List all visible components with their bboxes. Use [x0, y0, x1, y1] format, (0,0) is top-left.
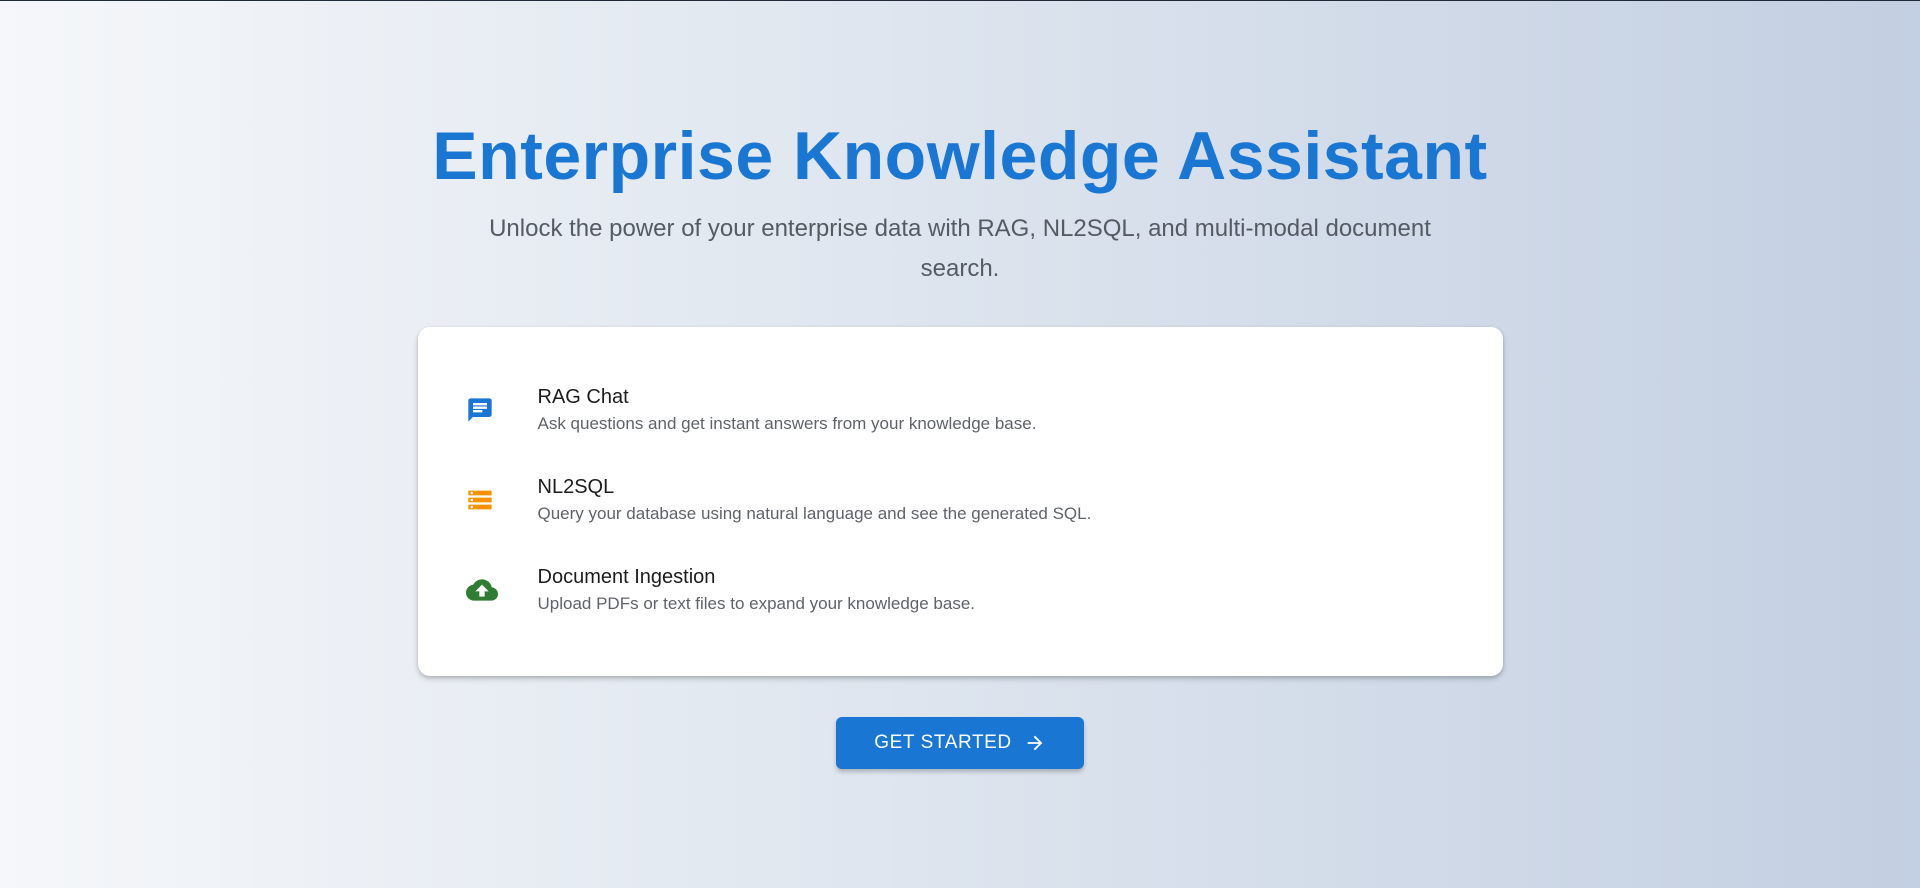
- feature-description: Upload PDFs or text files to expand your…: [537, 594, 976, 613]
- cloud-upload-icon: [465, 574, 536, 606]
- page-title: Enterprise Knowledge Assistant: [432, 118, 1488, 194]
- get-started-label: GET STARTED: [874, 732, 1012, 753]
- feature-title: RAG Chat: [537, 386, 629, 408]
- storage-icon: [466, 486, 536, 514]
- page-subtitle: Unlock the power of your enterprise data…: [489, 215, 1431, 282]
- feature-description: Query your database using natural langua…: [537, 504, 1092, 523]
- feature-title: Document Ingestion: [537, 566, 716, 588]
- feature-title: NL2SQL: [537, 476, 615, 498]
- features-card: RAG Chat Ask questions and get instant a…: [417, 327, 1503, 676]
- get-started-button[interactable]: GET STARTED: [836, 717, 1084, 769]
- hero-section: Enterprise Knowledge Assistant Unlock th…: [0, 0, 1920, 769]
- arrow-right-icon: [1024, 732, 1046, 754]
- feature-item-nl2sql: NL2SQL Query your database using natural…: [418, 472, 1503, 528]
- feature-description: Ask questions and get instant answers fr…: [537, 414, 1037, 433]
- chat-icon: [466, 396, 536, 424]
- feature-item-rag-chat: RAG Chat Ask questions and get instant a…: [418, 382, 1503, 438]
- feature-item-document-ingestion: Document Ingestion Upload PDFs or text f…: [418, 562, 1503, 618]
